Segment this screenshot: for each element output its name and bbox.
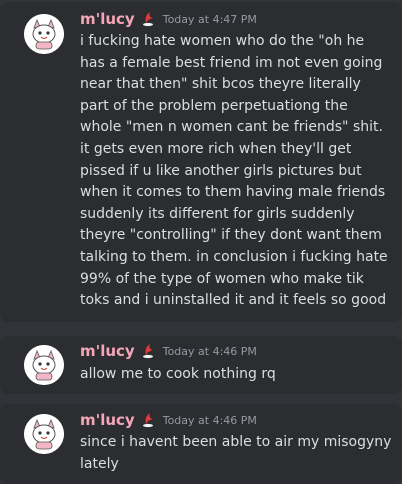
message-content: since i havent been able to air my misog… xyxy=(80,432,392,475)
message-line: it gets even more rich when they'll get xyxy=(80,140,352,157)
username[interactable]: m'lucy xyxy=(80,342,135,360)
cartoon-character-avatar-icon xyxy=(24,345,64,385)
red-crescent-badge-icon xyxy=(139,11,157,27)
avatar[interactable] xyxy=(24,345,64,385)
avatar[interactable] xyxy=(24,14,64,54)
message-line: 99% of the type of women who make tik xyxy=(80,270,364,287)
message-line: talking to them. in conclusion i fucking… xyxy=(80,248,388,265)
chat-log: m'lucy Today at 4:47 PM i fucking hate w… xyxy=(0,0,402,484)
cartoon-character-avatar-icon xyxy=(24,14,64,54)
message-line: pissed if u like another girls pictures … xyxy=(80,162,362,179)
timestamp[interactable]: Today at 4:46 PM xyxy=(163,345,257,358)
avatar[interactable] xyxy=(24,414,64,454)
timestamp[interactable]: Today at 4:47 PM xyxy=(163,13,257,26)
message-line: i fucking hate women who do the "oh he xyxy=(80,33,365,49)
message[interactable]: m'lucy Today at 4:46 PM allow me to cook… xyxy=(0,336,402,394)
message-content: i fucking hate women who do the "oh he h… xyxy=(80,31,388,312)
message-line: whole "men n women cant be friends" shit… xyxy=(80,119,383,136)
message-line: suddenly its different for girls suddenl… xyxy=(80,205,355,222)
message-line: theyre "controlling" if they dont want t… xyxy=(80,227,382,244)
message-line: near that then" shit bcos theyre literal… xyxy=(80,76,361,93)
message-line: has a female best friend im not even goi… xyxy=(80,54,383,71)
red-crescent-badge-icon xyxy=(139,343,157,359)
cartoon-character-avatar-icon xyxy=(24,414,64,454)
username[interactable]: m'lucy xyxy=(80,10,135,28)
message[interactable]: m'lucy Today at 4:46 PM since i havent b… xyxy=(0,404,402,484)
message-line: when it comes to them having male friend… xyxy=(80,184,386,201)
message-line: lately xyxy=(80,455,119,472)
timestamp[interactable]: Today at 4:46 PM xyxy=(163,414,257,427)
message[interactable]: m'lucy Today at 4:47 PM i fucking hate w… xyxy=(0,2,402,322)
message-line: toks and i uninstalled it and it feels s… xyxy=(80,292,387,309)
message-line: since i havent been able to air my misog… xyxy=(80,434,392,450)
username[interactable]: m'lucy xyxy=(80,411,135,429)
message-content: allow me to cook nothing rq xyxy=(80,364,380,386)
message-line: allow me to cook nothing rq xyxy=(80,366,276,382)
red-crescent-badge-icon xyxy=(139,412,157,428)
message-line: part of the problem perpetuationg the xyxy=(80,97,348,114)
